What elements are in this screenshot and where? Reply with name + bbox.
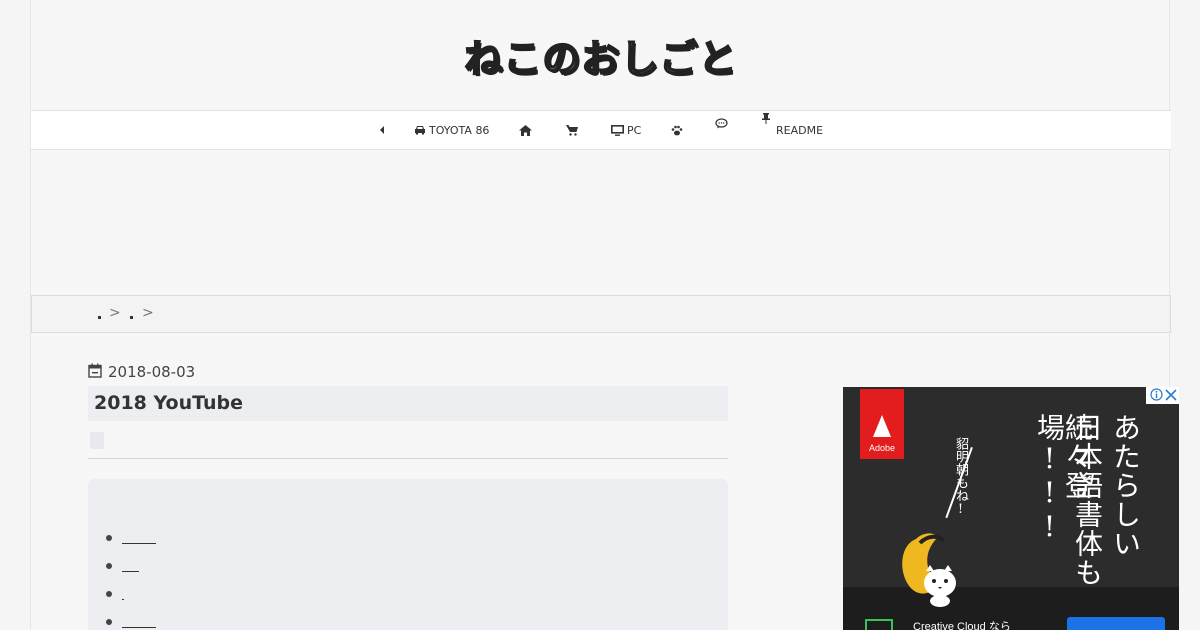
toc-link[interactable]	[122, 571, 139, 572]
table-of-contents	[88, 479, 728, 630]
bullet	[106, 563, 112, 569]
top-ad-slot	[31, 150, 1171, 294]
main-nav: TOYOTA 86 PC README	[31, 110, 1171, 150]
nav-readme-pin	[762, 99, 770, 137]
bullet	[106, 619, 112, 625]
pin-icon	[762, 112, 770, 124]
nav-toyota[interactable]: TOYOTA 86	[414, 111, 489, 149]
title-divider	[88, 458, 728, 459]
post-date-text: 2018-08-03	[108, 363, 196, 381]
site-title[interactable]: ねこのおしごと	[31, 28, 1171, 83]
breadcrumb: > >	[31, 295, 1171, 333]
post-title: 2018 YouTube	[94, 392, 243, 414]
toc-link[interactable]	[122, 599, 124, 600]
breadcrumb-separator: >	[109, 305, 121, 321]
nav-pets[interactable]	[671, 111, 683, 149]
category-tag[interactable]	[90, 432, 104, 449]
nav-toyota-label: TOYOTA 86	[429, 123, 490, 137]
nav-comments[interactable]	[715, 104, 728, 142]
adobe-logo: Adobe	[860, 389, 904, 459]
ferret-mascot-icon	[898, 527, 968, 607]
close-icon[interactable]	[1165, 387, 1177, 405]
calendar-icon	[88, 363, 108, 382]
nav-shop[interactable]	[566, 111, 578, 149]
nav-readme[interactable]: README	[773, 111, 823, 149]
paw-icon	[671, 125, 683, 136]
toc-link[interactable]	[122, 627, 156, 628]
ad-cta-button[interactable]	[1067, 617, 1165, 630]
nav-pc-label: PC	[627, 123, 642, 137]
breadcrumb-link-category[interactable]	[130, 316, 133, 319]
desktop-icon	[611, 124, 624, 136]
ad-bottom-text: Creative Cloud なら	[913, 621, 1011, 630]
nav-readme-label: README	[776, 123, 824, 137]
nav-pc[interactable]: PC	[611, 111, 641, 149]
home-icon	[519, 124, 532, 136]
creative-cloud-app-icon	[865, 619, 893, 630]
caret-left-icon	[379, 126, 385, 134]
breadcrumb-link-home[interactable]	[98, 316, 101, 319]
site-header: ねこのおしごと	[31, 0, 1171, 110]
post-title-bar: 2018 YouTube	[88, 386, 728, 421]
post-date: 2018-08-03	[88, 362, 195, 382]
bullet	[106, 535, 112, 541]
ad-choices-badge[interactable]	[1146, 387, 1179, 404]
nav-back[interactable]	[379, 111, 385, 149]
adobe-mark-icon	[873, 415, 891, 437]
info-icon[interactable]	[1150, 387, 1163, 405]
bullet	[106, 591, 112, 597]
breadcrumb-separator: >	[142, 305, 154, 321]
sidebar-ad[interactable]: Adobe あたらしい 日本語書体も 続々登場!!! 貂明朝もね! Creati…	[843, 387, 1179, 630]
car-icon	[414, 125, 426, 135]
adobe-logo-text: Adobe	[868, 443, 896, 453]
cart-icon	[566, 124, 578, 136]
ad-headline-1: あたらしい	[1109, 413, 1142, 558]
page-wrapper: ねこのおしごと TOYOTA 86 PC README > > 2018-08-…	[30, 0, 1179, 630]
nav-home[interactable]	[519, 111, 532, 149]
toc-link[interactable]	[122, 543, 156, 544]
comment-icon	[715, 117, 728, 129]
